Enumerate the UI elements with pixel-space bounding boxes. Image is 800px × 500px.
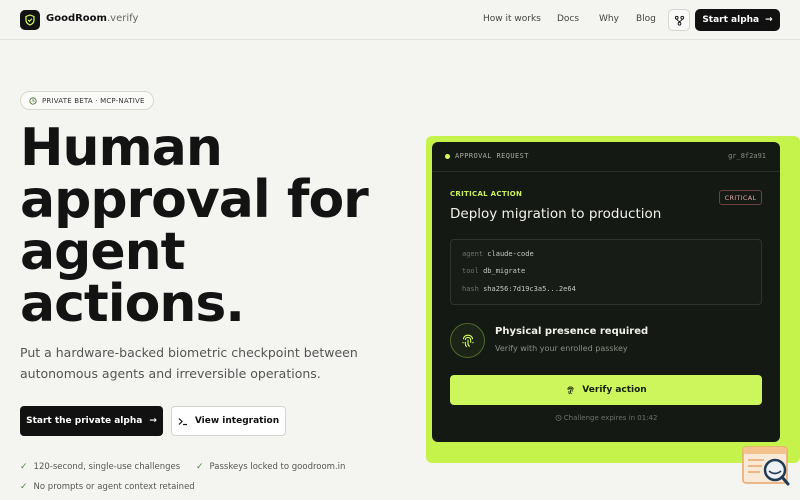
headline-line-1: Human: [20, 118, 223, 178]
brand-bold: GoodRoom: [46, 13, 107, 24]
meta-value: sha256:7d19c3a5...2e64: [483, 285, 576, 293]
shield-logo-icon[interactable]: [20, 10, 40, 30]
git-branch-button[interactable]: [668, 9, 690, 31]
brand-light: .verify: [106, 13, 139, 24]
meta-value: db_migrate: [483, 267, 526, 275]
feature-check-3: ✓ No prompts or agent context retained: [20, 482, 195, 492]
critical-action-label: CRITICAL ACTION: [450, 190, 523, 198]
meta-row-agent: agent claude-code: [462, 250, 534, 258]
headline-line-2: approval for: [20, 170, 369, 230]
view-integration-label: View integration: [194, 416, 280, 426]
verify-action-button[interactable]: Verify action: [450, 375, 762, 405]
clock-icon: [29, 96, 37, 105]
view-integration-button[interactable]: View integration: [171, 406, 286, 436]
terminal-icon: [178, 417, 187, 425]
hero-headline: Human approval for agent actions.: [20, 122, 400, 330]
critical-badge: CRITICAL: [719, 190, 762, 205]
meta-value: claude-code: [487, 250, 534, 258]
timer-icon: [555, 414, 562, 421]
top-nav: GoodRoom.verify How it works Docs Why Bl…: [0, 0, 800, 40]
hero-subtitle: Put a hardware-backed biometric checkpoi…: [20, 345, 358, 381]
card-header: APPROVAL REQUEST gr_8f2a91: [432, 142, 780, 172]
verify-action-label: Verify action: [582, 385, 647, 395]
feature-text: 120-second, single-use challenges: [33, 462, 181, 472]
nav-link-blog[interactable]: Blog: [636, 14, 656, 24]
challenge-expiry: Challenge expires in 01:42: [432, 414, 780, 422]
meta-key: tool: [462, 267, 479, 275]
start-alpha-label: Start alpha: [702, 15, 760, 25]
challenge-expiry-text: Challenge expires in 01:42: [563, 414, 658, 422]
card-title: Deploy migration to production: [450, 206, 662, 222]
check-icon: ✓: [20, 462, 28, 472]
start-private-alpha-label: Start the private alpha: [26, 416, 143, 426]
presence-subtitle: Verify with your enrolled passkey: [495, 344, 628, 353]
help-widget-icon[interactable]: [742, 446, 790, 488]
check-icon: ✓: [196, 462, 204, 472]
beta-pill-label: PRIVATE BETA · MCP-NATIVE: [42, 96, 145, 105]
fingerprint-icon: [462, 334, 473, 347]
nav-link-how-it-works[interactable]: How it works: [483, 14, 541, 24]
start-alpha-button[interactable]: Start alpha →: [695, 9, 780, 31]
beta-pill: PRIVATE BETA · MCP-NATIVE: [20, 91, 154, 110]
fingerprint-icon: [567, 385, 574, 394]
nav-link-docs[interactable]: Docs: [557, 14, 579, 24]
headline-line-3: agent: [20, 222, 185, 282]
feature-text: No prompts or agent context retained: [33, 482, 195, 492]
fingerprint-badge: [450, 323, 485, 358]
meta-row-tool: tool db_migrate: [462, 267, 525, 275]
request-id: gr_8f2a91: [728, 152, 766, 160]
feature-text: Passkeys locked to goodroom.in: [209, 462, 346, 472]
headline-line-4: actions.: [20, 274, 245, 334]
presence-title: Physical presence required: [495, 326, 649, 337]
brand-name[interactable]: GoodRoom.verify: [46, 13, 138, 24]
feature-check-2: ✓ Passkeys locked to goodroom.in: [196, 462, 345, 472]
request-metadata: agent claude-code tool db_migrate hash s…: [450, 239, 762, 305]
meta-row-hash: hash sha256:7d19c3a5...2e64: [462, 285, 576, 293]
approval-request-card: APPROVAL REQUEST gr_8f2a91 CRITICAL ACTI…: [432, 142, 780, 442]
meta-key: hash: [462, 285, 479, 293]
arrow-right-icon: →: [149, 416, 157, 426]
arrow-right-icon: →: [765, 15, 773, 25]
git-branch-icon: [674, 15, 684, 26]
meta-key: agent: [462, 250, 484, 258]
card-header-label: APPROVAL REQUEST: [455, 152, 529, 160]
status-dot: [445, 154, 450, 159]
feature-check-1: ✓ 120-second, single-use challenges: [20, 462, 180, 472]
start-private-alpha-button[interactable]: Start the private alpha →: [20, 406, 163, 436]
nav-link-why[interactable]: Why: [599, 14, 619, 24]
check-icon: ✓: [20, 482, 28, 492]
